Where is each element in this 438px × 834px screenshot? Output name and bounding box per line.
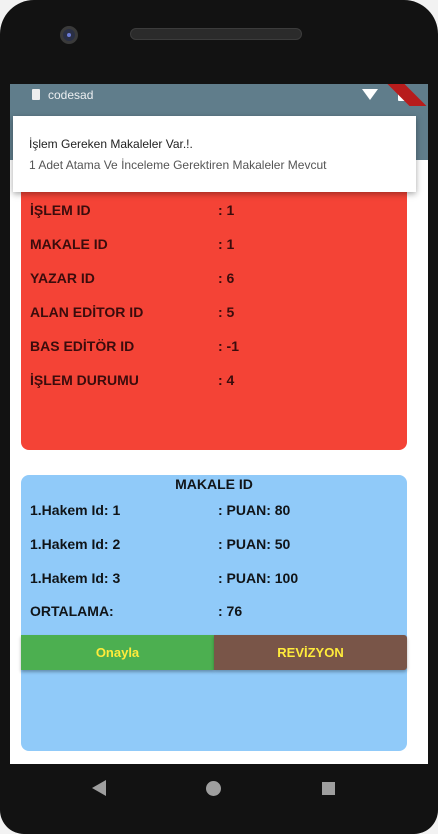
notification-body: 1 Adet Atama Ve İnceleme Gerektiren Maka… — [29, 158, 327, 172]
reviewer-label: 1.Hakem Id: 2 — [30, 536, 121, 552]
status-app-name: codesad — [48, 88, 94, 102]
notification-title: İşlem Gereken Makaleler Var.!. — [29, 137, 193, 151]
process-row-label: BAS EDİTÖR ID — [30, 338, 135, 354]
back-icon[interactable] — [92, 780, 106, 796]
process-row-label: YAZAR ID — [30, 270, 95, 286]
app-notification-icon — [32, 89, 40, 100]
home-icon[interactable] — [206, 781, 221, 796]
process-row-label: İŞLEM DURUMU — [30, 372, 139, 388]
process-row-label: İŞLEM ID — [30, 202, 91, 218]
process-row-value: : 5 — [218, 304, 235, 320]
status-bar: codesad — [10, 84, 428, 133]
average-value: : 76 — [218, 603, 243, 619]
process-row-label: ALAN EDİTOR ID — [30, 304, 144, 320]
review-scores-card: MAKALE ID 1.Hakem Id: 1 : PUAN: 80 1.Hak… — [21, 475, 407, 751]
reviewer-score: : PUAN: 100 — [218, 570, 299, 586]
system-nav-bar — [10, 764, 428, 816]
process-row-value: : -1 — [218, 338, 239, 354]
reviewer-label: 1.Hakem Id: 3 — [30, 570, 121, 586]
app-screen: codesad İŞLEM ID : 1 MAKALE ID : 1 YAZAR… — [10, 84, 428, 764]
wifi-icon — [362, 89, 378, 100]
average-label: ORTALAMA: — [30, 603, 114, 619]
reviewer-score: : PUAN: 50 — [218, 536, 291, 552]
reviewer-label: 1.Hakem Id: 1 — [30, 502, 121, 518]
process-row-label: MAKALE ID — [30, 236, 108, 252]
approve-button[interactable]: Onayla — [21, 635, 214, 670]
pending-articles-notification[interactable]: İşlem Gereken Makaleler Var.!. 1 Adet At… — [13, 116, 416, 192]
reviewer-score: : PUAN: 80 — [218, 502, 291, 518]
front-camera — [60, 26, 78, 44]
process-row-value: : 1 — [218, 236, 235, 252]
review-card-title: MAKALE ID — [175, 476, 253, 492]
revision-button[interactable]: REVİZYON — [214, 635, 407, 670]
recents-icon[interactable] — [322, 782, 335, 795]
process-info-card: İŞLEM ID : 1 MAKALE ID : 1 YAZAR ID : 6 … — [21, 182, 407, 450]
earpiece-speaker — [130, 28, 302, 40]
process-row-value: : 6 — [218, 270, 235, 286]
process-row-value: : 4 — [218, 372, 235, 388]
process-row-value: : 1 — [218, 202, 235, 218]
